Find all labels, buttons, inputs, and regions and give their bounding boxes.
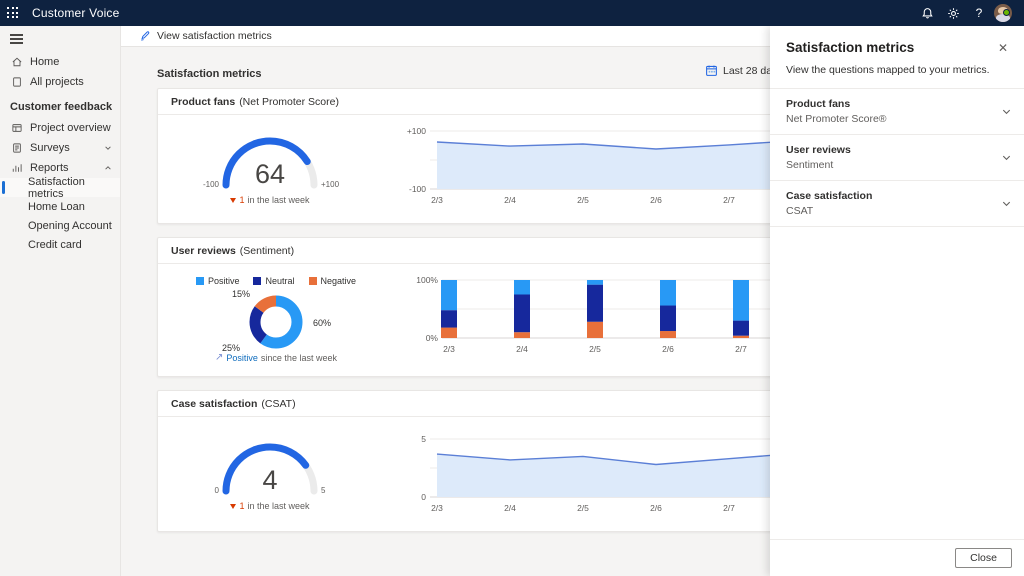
svg-text:15%: 15% — [232, 289, 250, 299]
sidebar-item-label: Satisfaction metrics — [28, 176, 120, 200]
chevron-down-icon — [104, 144, 112, 152]
sidebar-section-customer-feedback: Customer feedback — [0, 96, 120, 118]
svg-text:2/5: 2/5 — [577, 195, 589, 205]
svg-text:2/4: 2/4 — [516, 344, 528, 354]
chevron-down-icon — [1001, 106, 1012, 117]
sidebar-item-label: Surveys — [30, 142, 70, 154]
svg-text:2/4: 2/4 — [504, 503, 516, 513]
svg-text:5: 5 — [421, 434, 426, 444]
sidebar-item-surveys[interactable]: Surveys — [0, 138, 120, 158]
sidebar-item-label: Credit card — [28, 239, 82, 251]
svg-text:2/7: 2/7 — [723, 195, 735, 205]
svg-text:2/6: 2/6 — [650, 503, 662, 513]
svg-text:60%: 60% — [313, 318, 331, 328]
svg-text:2/7: 2/7 — [723, 503, 735, 513]
sidebar-item-satisfaction-metrics[interactable]: Satisfaction metrics — [0, 178, 120, 197]
svg-text:0%: 0% — [426, 333, 439, 343]
card-title-qualifier: (CSAT) — [261, 398, 295, 410]
svg-text:2/5: 2/5 — [589, 344, 601, 354]
panel-description: View the questions mapped to your metric… — [770, 56, 1024, 89]
sentiment-trend-indicator: ↗ Positive since the last week — [215, 352, 337, 363]
panel-item-case-satisfaction[interactable]: Case satisfaction CSAT — [770, 181, 1024, 227]
nps-trend-indicator: 1 in the last week — [230, 195, 309, 205]
svg-text:64: 64 — [255, 159, 285, 189]
svg-text:+100: +100 — [321, 180, 340, 189]
sentiment-donut-chart: 60%25%15% — [191, 288, 361, 354]
sidebar-item-opening-account[interactable]: Opening Account — [0, 216, 120, 235]
svg-text:2/7: 2/7 — [735, 344, 747, 354]
panel-item-user-reviews[interactable]: User reviews Sentiment — [770, 135, 1024, 181]
app-header: Customer Voice ? — [0, 0, 1024, 26]
svg-text:2/6: 2/6 — [650, 195, 662, 205]
sidebar-item-label: All projects — [30, 76, 84, 88]
sidebar-item-label: Opening Account — [28, 220, 112, 232]
svg-text:2/4: 2/4 — [504, 195, 516, 205]
projects-icon — [11, 76, 23, 88]
hamburger-icon — [10, 31, 23, 46]
chevron-down-icon — [1001, 152, 1012, 163]
settings-icon[interactable] — [942, 2, 964, 24]
trend-up-icon: ↗ — [215, 352, 223, 363]
help-icon[interactable]: ? — [968, 2, 990, 24]
svg-text:5: 5 — [321, 486, 326, 495]
sidebar-item-label: Home Loan — [28, 201, 85, 213]
chevron-up-icon — [104, 164, 112, 172]
panel-title: Satisfaction metrics — [786, 40, 994, 55]
svg-text:-100: -100 — [409, 184, 426, 194]
csat-gauge-chart: 4 0 5 — [185, 427, 355, 503]
reports-icon — [11, 162, 23, 174]
card-title-qualifier: (Sentiment) — [240, 245, 294, 257]
csat-trend-indicator: 1 in the last week — [230, 501, 309, 511]
svg-text:4: 4 — [262, 465, 277, 495]
sidebar-item-label: Reports — [30, 162, 69, 174]
legend-swatch-positive — [196, 277, 204, 285]
sidebar-item-home[interactable]: Home — [0, 52, 120, 72]
sidebar-item-label: Project overview — [30, 122, 111, 134]
nav-toggle-button[interactable] — [0, 26, 120, 52]
card-title-name: Product fans — [171, 96, 235, 108]
page-title: Satisfaction metrics — [157, 68, 262, 80]
legend-swatch-neutral — [253, 277, 261, 285]
svg-text:2/3: 2/3 — [443, 344, 455, 354]
sidebar-item-project-overview[interactable]: Project overview — [0, 118, 120, 138]
presence-badge — [1003, 9, 1010, 16]
sidebar-item-label: Home — [30, 56, 59, 68]
chevron-down-icon — [1001, 198, 1012, 209]
waffle-icon[interactable] — [0, 0, 26, 26]
sidebar-item-credit-card[interactable]: Credit card — [0, 235, 120, 254]
triangle-down-icon — [230, 198, 236, 203]
card-title-name: User reviews — [171, 245, 236, 257]
view-metrics-icon — [139, 30, 151, 42]
sidebar-item-all-projects[interactable]: All projects — [0, 72, 120, 92]
svg-text:-100: -100 — [203, 180, 220, 189]
home-icon — [11, 56, 23, 68]
sentiment-legend: Positive Neutral Negative — [196, 276, 356, 286]
panel-item-product-fans[interactable]: Product fans Net Promoter Score® — [770, 89, 1024, 135]
close-icon[interactable]: ✕ — [994, 40, 1012, 56]
sidebar-item-home-loan[interactable]: Home Loan — [0, 197, 120, 216]
sidebar: Home All projects Customer feedback Proj… — [0, 26, 121, 576]
close-button[interactable]: Close — [955, 548, 1012, 568]
svg-text:2/3: 2/3 — [431, 195, 443, 205]
svg-text:2/3: 2/3 — [431, 503, 443, 513]
overview-icon — [11, 122, 23, 134]
view-satisfaction-metrics-command[interactable]: View satisfaction metrics — [157, 30, 272, 42]
card-title-name: Case satisfaction — [171, 398, 257, 410]
nps-gauge-chart: 64 -100 +100 — [185, 121, 355, 197]
svg-text:0: 0 — [215, 486, 220, 495]
surveys-icon — [11, 142, 23, 154]
svg-text:+100: +100 — [407, 126, 426, 136]
triangle-down-icon — [230, 504, 236, 509]
svg-text:100%: 100% — [416, 275, 438, 285]
svg-text:2/5: 2/5 — [577, 503, 589, 513]
svg-text:2/6: 2/6 — [662, 344, 674, 354]
calendar-icon — [705, 64, 718, 77]
notifications-icon[interactable] — [916, 2, 938, 24]
svg-text:0: 0 — [421, 492, 426, 502]
app-title: Customer Voice — [32, 6, 120, 20]
legend-swatch-negative — [309, 277, 317, 285]
satisfaction-metrics-panel: Satisfaction metrics ✕ View the question… — [770, 26, 1024, 576]
card-title-qualifier: (Net Promoter Score) — [239, 96, 339, 108]
